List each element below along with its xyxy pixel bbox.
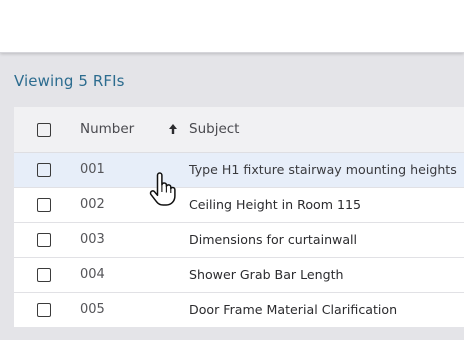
rfi-table: Number Subject 001 Type H1 fixture stair… [14,107,464,327]
table-row[interactable]: 005 Door Frame Material Clarification [14,293,464,327]
table-row[interactable]: 001 Type H1 fixture stairway mounting he… [14,153,464,188]
select-all-checkbox[interactable] [37,122,51,137]
rfi-subject-link[interactable]: Door Frame Material Clarification [189,302,397,317]
sort-ascending-arrow-icon[interactable] [168,123,178,135]
row-checkbox[interactable] [37,268,51,282]
row-checkbox[interactable] [37,303,51,317]
column-header-number[interactable]: Number [80,121,134,137]
rfi-number: 002 [80,197,105,212]
rfi-subject-link[interactable]: Shower Grab Bar Length [189,267,344,282]
column-header-subject[interactable]: Subject [189,121,239,137]
row-checkbox[interactable] [37,163,51,177]
table-row[interactable]: 002 Ceiling Height in Room 115 [14,188,464,223]
table-row[interactable]: 004 Shower Grab Bar Length [14,258,464,293]
rfi-subject-link[interactable]: Dimensions for curtainwall [189,232,357,247]
rfi-number: 003 [80,232,105,247]
rfi-number: 005 [80,302,105,317]
rfi-subject-link[interactable]: Ceiling Height in Room 115 [189,197,361,212]
top-bar [0,0,464,53]
row-checkbox[interactable] [37,198,51,212]
rfi-number: 001 [80,162,105,177]
rfi-number: 004 [80,267,105,282]
rfi-subject-link[interactable]: Type H1 fixture stairway mounting height… [189,162,457,177]
viewing-count-label: Viewing 5 RFIs [14,72,125,90]
table-row[interactable]: 003 Dimensions for curtainwall [14,223,464,258]
row-checkbox[interactable] [37,233,51,247]
hand-pointer-icon [149,172,176,206]
table-header-row: Number Subject [14,107,464,153]
